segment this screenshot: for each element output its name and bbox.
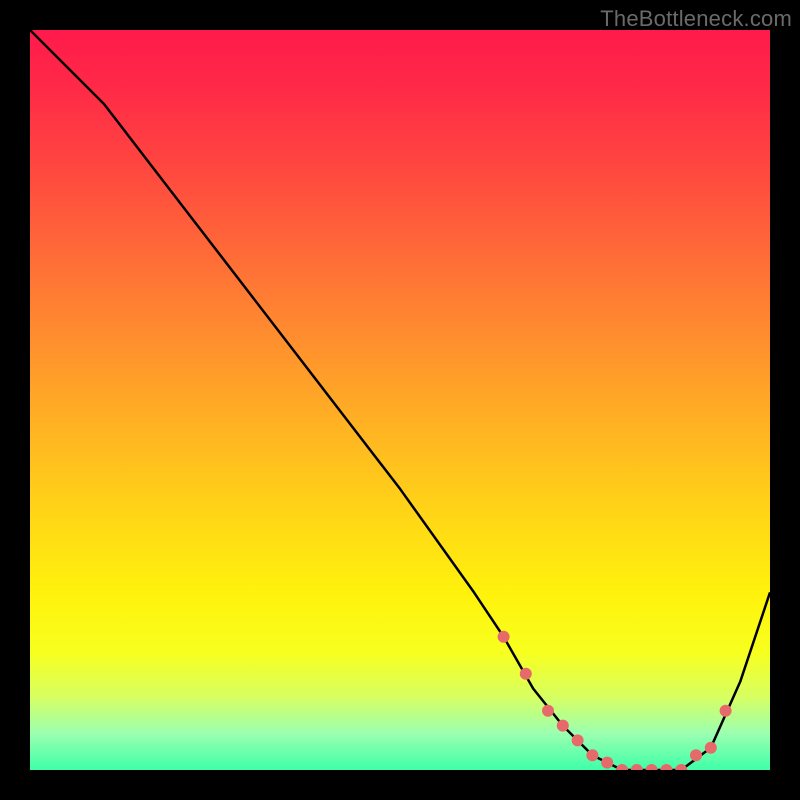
marker-dot [720, 705, 732, 717]
marker-dot [675, 764, 687, 770]
watermark-text: TheBottleneck.com [600, 6, 792, 32]
marker-dot [557, 720, 569, 732]
marker-dot [498, 631, 510, 643]
marker-dot [520, 668, 532, 680]
marker-dot [646, 764, 658, 770]
curve-path [30, 30, 770, 770]
marker-dot [572, 734, 584, 746]
marker-dot [660, 764, 672, 770]
marker-points [498, 631, 732, 770]
curve-line [30, 30, 770, 770]
marker-dot [616, 764, 628, 770]
marker-dot [542, 705, 554, 717]
marker-dot [601, 757, 613, 769]
chart-container: TheBottleneck.com [0, 0, 800, 800]
marker-dot [690, 749, 702, 761]
marker-dot [631, 764, 643, 770]
marker-dot [705, 742, 717, 754]
marker-dot [586, 749, 598, 761]
plot-area [30, 30, 770, 770]
chart-overlay [30, 30, 770, 770]
